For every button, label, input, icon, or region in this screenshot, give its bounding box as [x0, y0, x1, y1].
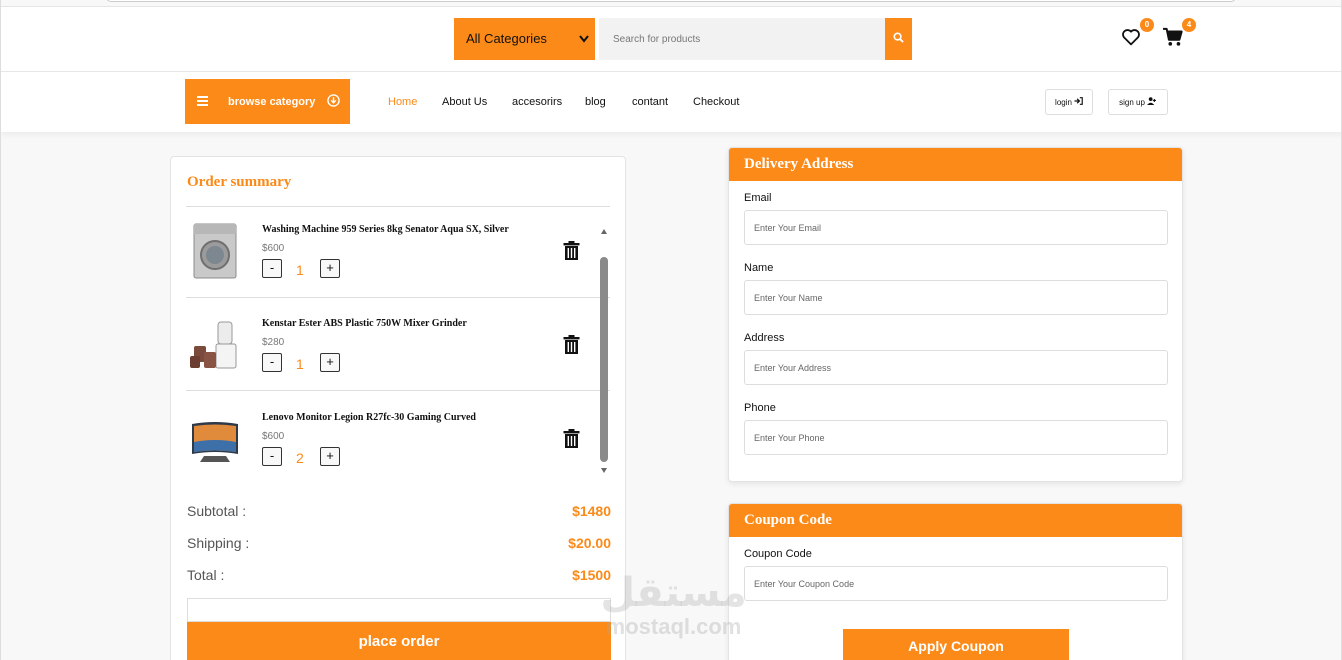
- checkout-page: All Categories 0 4: [0, 0, 1342, 660]
- name-field[interactable]: [744, 280, 1168, 315]
- apply-coupon-button[interactable]: Apply Coupon: [843, 629, 1069, 660]
- name-label: Name: [744, 262, 774, 274]
- qty-minus-button[interactable]: -: [262, 259, 282, 278]
- coupon-title: Coupon Code: [729, 504, 1182, 537]
- order-summary-title: Order summary: [187, 174, 292, 190]
- cart-item: Kenstar Ester ABS Plastic 750W Mixer Gri…: [186, 302, 596, 392]
- divider: [186, 297, 610, 298]
- product-name: Lenovo Monitor Legion R27fc-30 Gaming Cu…: [262, 412, 476, 423]
- search-input[interactable]: [599, 18, 885, 60]
- divider: [186, 206, 610, 207]
- chevron-down-icon: [579, 18, 589, 77]
- qty-plus-button[interactable]: +: [320, 353, 340, 372]
- wishlist-button[interactable]: 0: [1118, 18, 1154, 52]
- browse-category-label: browse category: [228, 95, 316, 108]
- product-price: $600: [262, 431, 285, 442]
- qty-minus-button[interactable]: -: [262, 447, 282, 466]
- trash-icon[interactable]: [563, 335, 580, 359]
- product-price: $280: [262, 337, 285, 348]
- washing-machine-image: [193, 223, 237, 279]
- nav-link-blog[interactable]: blog: [585, 96, 606, 108]
- order-summary-card: Order summary Washing Machine 959 Series…: [170, 156, 626, 660]
- address-field[interactable]: [744, 350, 1168, 385]
- order-list-scrollbar[interactable]: [599, 225, 609, 478]
- qty-value: 1: [296, 262, 304, 278]
- circle-arrow-down-icon: [327, 94, 340, 110]
- top-header: All Categories 0 4: [1, 6, 1341, 72]
- coupon-field-label: Coupon Code: [744, 548, 812, 560]
- delivery-address-title: Delivery Address: [729, 148, 1182, 181]
- trash-icon[interactable]: [563, 429, 580, 453]
- menu-icon: [197, 95, 208, 109]
- qty-value: 2: [296, 450, 304, 466]
- product-price: $600: [262, 243, 285, 254]
- email-label: Email: [744, 192, 772, 204]
- signup-button[interactable]: sign up: [1108, 89, 1168, 115]
- phone-label: Phone: [744, 402, 776, 414]
- search-button[interactable]: [885, 18, 912, 60]
- product-name: Kenstar Ester ABS Plastic 750W Mixer Gri…: [262, 318, 467, 329]
- total-row: Total : $1500: [187, 567, 611, 583]
- mixer-grinder-image: [190, 321, 237, 369]
- nav-link-about[interactable]: About Us: [442, 96, 487, 108]
- cart-icon: [1162, 27, 1184, 52]
- address-label: Address: [744, 332, 785, 344]
- main-nav: browse category Home About Us accesorirs…: [1, 72, 1341, 132]
- qty-plus-button[interactable]: +: [320, 259, 340, 278]
- browse-category-button[interactable]: browse category: [185, 79, 350, 124]
- login-label: login: [1055, 97, 1072, 107]
- delivery-address-card: Delivery Address Email Name Address Phon…: [728, 147, 1183, 482]
- curved-monitor-image: [192, 422, 238, 462]
- cart-item: Lenovo Monitor Legion R27fc-30 Gaming Cu…: [186, 396, 596, 486]
- wishlist-count-badge: 0: [1140, 18, 1154, 32]
- shipping-row: Shipping : $20.00: [187, 535, 611, 551]
- subtotal-value: $1480: [572, 503, 611, 519]
- place-order-button[interactable]: place order: [187, 622, 611, 660]
- nav-link-accessories[interactable]: accesorirs: [512, 96, 562, 108]
- total-label: Total :: [187, 567, 225, 583]
- cart-item: Washing Machine 959 Series 8kg Senator A…: [186, 208, 596, 298]
- user-plus-icon: [1147, 97, 1157, 107]
- category-select[interactable]: All Categories: [454, 18, 595, 60]
- login-button[interactable]: login: [1045, 89, 1093, 115]
- coupon-card: Coupon Code Coupon Code Apply Coupon: [728, 503, 1183, 660]
- search-icon: [893, 30, 904, 48]
- coupon-code-field[interactable]: [744, 566, 1168, 601]
- trash-icon[interactable]: [563, 241, 580, 265]
- nav-link-contact[interactable]: contant: [632, 96, 668, 108]
- cart-button[interactable]: 4: [1160, 18, 1196, 52]
- browser-frame-edge: [106, 0, 1236, 2]
- order-note-box: [187, 598, 611, 622]
- category-select-value: All Categories: [466, 31, 547, 46]
- heart-icon: [1121, 28, 1141, 51]
- product-name: Washing Machine 959 Series 8kg Senator A…: [262, 224, 509, 235]
- qty-plus-button[interactable]: +: [320, 447, 340, 466]
- cart-count-badge: 4: [1182, 18, 1196, 32]
- shipping-label: Shipping :: [187, 535, 250, 551]
- qty-minus-button[interactable]: -: [262, 353, 282, 372]
- subtotal-label: Subtotal :: [187, 503, 247, 519]
- shipping-value: $20.00: [568, 535, 611, 551]
- divider: [186, 390, 610, 391]
- qty-value: 1: [296, 356, 304, 372]
- nav-link-home[interactable]: Home: [388, 96, 417, 108]
- email-field[interactable]: [744, 210, 1168, 245]
- phone-field[interactable]: [744, 420, 1168, 455]
- login-icon: [1074, 97, 1083, 107]
- nav-link-checkout[interactable]: Checkout: [693, 96, 739, 108]
- signup-label: sign up: [1119, 97, 1145, 107]
- subtotal-row: Subtotal : $1480: [187, 503, 611, 519]
- total-value: $1500: [572, 567, 611, 583]
